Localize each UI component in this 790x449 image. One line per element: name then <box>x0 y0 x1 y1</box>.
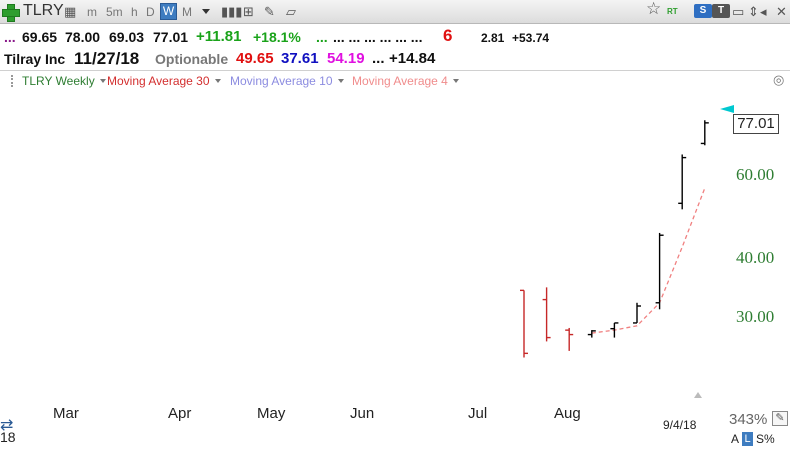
ohlc-bar <box>700 120 709 146</box>
ohlc-bar <box>587 330 596 338</box>
quote-high: 78.00 <box>65 29 101 45</box>
t-badge[interactable]: T <box>712 4 730 18</box>
year-label: 18 <box>0 429 16 445</box>
x-tick-aug: Aug <box>554 405 581 422</box>
notes-icon[interactable]: ▱ <box>286 5 296 19</box>
info-v3: 54.19 <box>327 50 365 67</box>
quote-dots-mid: ... ... ... ... ... ... <box>333 29 423 45</box>
quote-change: +11.81 <box>196 28 242 45</box>
quote-dots: ... <box>4 29 16 45</box>
period-w-active[interactable]: W <box>160 3 177 20</box>
period-m[interactable]: m <box>87 5 97 19</box>
ohlc-bar <box>610 322 619 338</box>
realtime-badge[interactable]: RT <box>667 7 678 16</box>
star-icon[interactable]: ☆ <box>646 0 661 17</box>
quote-low: 69.03 <box>109 29 145 45</box>
info-v4: +14.84 <box>389 50 436 67</box>
period-5m[interactable]: 5m <box>106 5 123 19</box>
info-dots: ... <box>372 50 385 67</box>
last-price-label: 77.01 <box>733 114 779 134</box>
palette-icon[interactable]: ◎ <box>773 72 784 88</box>
chevron-down-icon[interactable] <box>99 79 106 83</box>
collapse-icon[interactable]: ◂ <box>760 5 767 19</box>
window-icon[interactable]: ▭ <box>732 5 744 19</box>
edit-icon[interactable]: ✎ <box>772 411 788 426</box>
y-tick-label: 40.00 <box>736 248 774 267</box>
y-axis: 30.00 40.00 60.00 <box>736 165 774 326</box>
info-v2: 37.61 <box>281 50 319 67</box>
x-tick-jul: Jul <box>468 405 488 422</box>
ohlc-bar <box>633 302 641 324</box>
period-h[interactable]: h <box>131 5 138 19</box>
x-tick-mar: Mar <box>53 405 79 422</box>
quote-val2: +53.74 <box>512 31 550 45</box>
scroll-triangle-icon[interactable] <box>694 392 702 398</box>
chevron-down-icon[interactable] <box>214 79 221 83</box>
y-tick-label: 60.00 <box>736 165 774 184</box>
drag-handle-icon[interactable] <box>11 75 15 87</box>
indicator-bar: TLRY Weekly Moving Average 30 Moving Ave… <box>0 70 790 90</box>
quote-open: 69.65 <box>22 29 58 45</box>
close-icon[interactable]: ✕ <box>776 5 787 19</box>
optionable-tag: Optionable <box>155 51 229 67</box>
quote-dots-green: ... <box>316 29 328 45</box>
quote-rank: 6 <box>443 26 453 45</box>
indicator-tlry-weekly[interactable]: TLRY Weekly <box>22 74 106 88</box>
mode-a[interactable]: A <box>731 432 739 446</box>
last-price-marker <box>720 105 734 113</box>
chevron-down-icon[interactable] <box>452 79 459 83</box>
quote-change-pct: +18.1% <box>253 29 301 45</box>
ohlc-bar <box>678 154 687 210</box>
period-m-monthly[interactable]: M <box>182 5 192 19</box>
pen-icon[interactable]: ✎ <box>264 5 275 19</box>
y-tick-label: 30.00 <box>736 307 774 326</box>
mode-s-percent[interactable]: S% <box>756 432 775 446</box>
table-icon[interactable]: ⊞ <box>243 5 254 19</box>
x-tick-may: May <box>257 405 286 422</box>
zoom-level[interactable]: 343% <box>729 411 767 428</box>
x-tick-jun: Jun <box>350 405 375 422</box>
symbol-field[interactable]: TLRY <box>23 2 64 20</box>
indicator-ma4[interactable]: Moving Average 4 <box>352 74 459 88</box>
quote-row: ... 69.65 78.00 69.03 77.01 +11.81 +18.1… <box>0 26 790 47</box>
ohlc-bar <box>520 289 528 358</box>
last-date-label: 9/4/18 <box>663 418 697 432</box>
quote-close: 77.01 <box>153 29 189 45</box>
ma4-line <box>591 187 706 334</box>
info-date: 11/27/18 <box>74 49 140 68</box>
ohlc-bars <box>520 120 709 358</box>
period-dropdown-icon[interactable] <box>202 9 210 14</box>
chevron-down-icon[interactable] <box>337 79 344 83</box>
s-badge[interactable]: S <box>694 4 712 18</box>
indicator-ma30[interactable]: Moving Average 30 <box>107 74 221 88</box>
mode-l-active[interactable]: L <box>742 432 753 446</box>
indicator-ma10[interactable]: Moving Average 10 <box>230 74 344 88</box>
arrows-icon[interactable]: ⇕ <box>748 5 759 19</box>
ma4-series-line <box>591 187 706 334</box>
toolbar: TLRY ▦ m 5m h D W M ▮▮▮ ⊞ ✎ ▱ ☆ RT S T ▭… <box>0 0 790 24</box>
info-v1: 49.65 <box>236 50 274 67</box>
company-name: Tilray Inc <box>4 51 66 67</box>
period-d[interactable]: D <box>146 5 155 19</box>
cube-icon[interactable]: ▦ <box>64 5 76 19</box>
quote-val1: 2.81 <box>481 31 505 45</box>
ohlc-bar <box>655 232 664 310</box>
ohlc-bar <box>542 287 551 342</box>
x-tick-apr: Apr <box>168 405 192 422</box>
add-symbol-icon[interactable] <box>2 4 20 22</box>
bar-chart-icon[interactable]: ▮▮▮ <box>221 5 242 19</box>
ohlc-bar <box>565 327 574 351</box>
info-row: Tilray Inc 11/27/18 Optionable 49.65 37.… <box>0 49 790 70</box>
price-chart[interactable]: 30.00 40.00 60.00 <box>0 90 790 449</box>
